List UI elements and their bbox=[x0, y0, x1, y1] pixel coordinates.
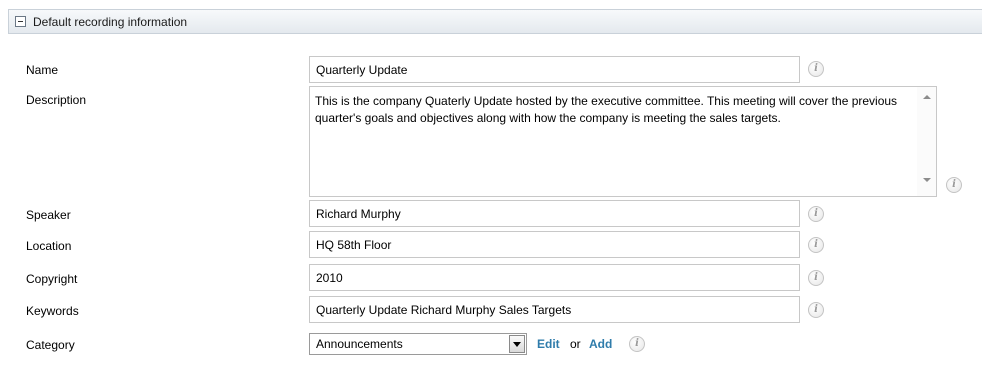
description-label: Description bbox=[26, 93, 87, 107]
name-input[interactable]: Quarterly Update bbox=[309, 56, 800, 83]
description-text: This is the company Quaterly Update host… bbox=[315, 94, 898, 125]
keywords-label: Keywords bbox=[26, 304, 79, 318]
info-icon[interactable]: i bbox=[808, 206, 824, 222]
dropdown-arrow-icon[interactable] bbox=[509, 335, 525, 353]
name-label: Name bbox=[26, 63, 59, 77]
description-textarea[interactable]: This is the company Quaterly Update host… bbox=[309, 86, 937, 197]
speaker-input[interactable]: Richard Murphy bbox=[309, 200, 800, 227]
scroll-down-icon[interactable] bbox=[923, 178, 931, 182]
copyright-label: Copyright bbox=[26, 272, 78, 286]
section-header[interactable]: Default recording information bbox=[8, 9, 982, 34]
speaker-label: Speaker bbox=[26, 208, 71, 222]
category-label: Category bbox=[26, 338, 75, 352]
copyright-input[interactable]: 2010 bbox=[309, 264, 800, 291]
category-select[interactable]: Announcements bbox=[309, 333, 527, 355]
info-icon[interactable]: i bbox=[946, 177, 962, 193]
or-text: or bbox=[570, 337, 581, 351]
scroll-up-icon[interactable] bbox=[923, 95, 931, 99]
section-title: Default recording information bbox=[33, 15, 188, 29]
info-icon[interactable]: i bbox=[808, 237, 824, 253]
info-icon[interactable]: i bbox=[808, 302, 824, 318]
info-icon[interactable]: i bbox=[808, 270, 824, 286]
add-category-link[interactable]: Add bbox=[589, 337, 612, 351]
edit-category-link[interactable]: Edit bbox=[537, 337, 560, 351]
description-scrollbar[interactable] bbox=[917, 87, 936, 196]
category-selected-value: Announcements bbox=[316, 337, 403, 351]
keywords-input[interactable]: Quarterly Update Richard Murphy Sales Ta… bbox=[309, 296, 800, 323]
location-label: Location bbox=[26, 239, 72, 253]
location-input[interactable]: HQ 58th Floor bbox=[309, 231, 800, 258]
info-icon[interactable]: i bbox=[629, 336, 645, 352]
info-icon[interactable]: i bbox=[808, 61, 824, 77]
collapse-icon[interactable] bbox=[15, 16, 26, 27]
